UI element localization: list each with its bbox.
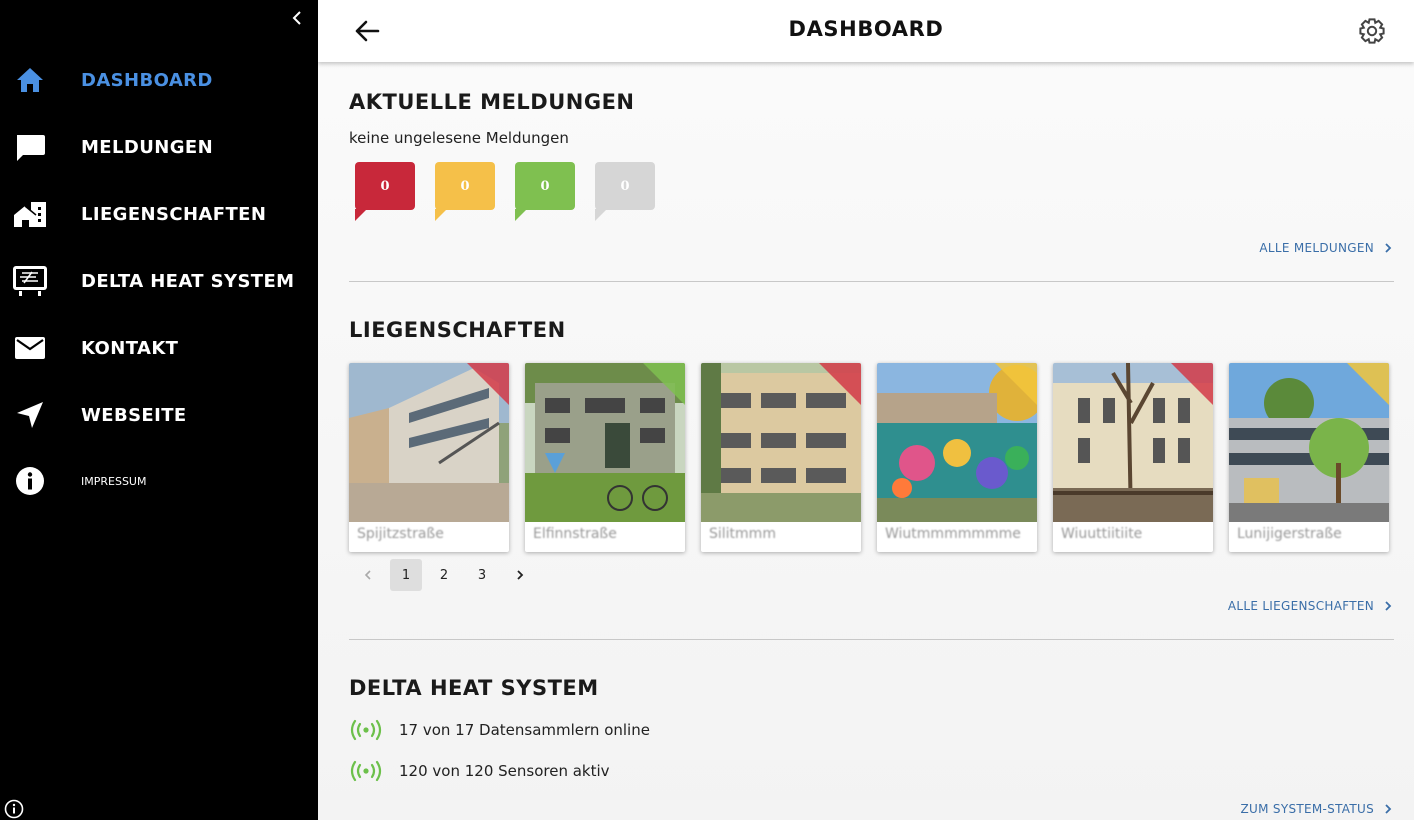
sidebar: DASHBOARD MELDUNGEN LIEGENSCHAFTEN DELTA… [0,0,318,820]
signal-broadcast-icon [349,759,383,783]
message-count-value: 0 [355,162,415,210]
sidebar-item-liegenschaften[interactable]: LIEGENSCHAFTEN [0,192,318,236]
sidebar-item-meldungen[interactable]: MELDUNGEN [0,125,318,169]
stat-text: 120 von 120 Sensoren aktiv [399,762,610,780]
message-count-neutral[interactable]: 0 [595,162,655,221]
bubble-tail [515,209,527,221]
sidebar-item-webseite[interactable]: WEBSEITE [0,393,318,437]
top-bar: DASHBOARD [318,0,1414,62]
sidebar-item-label: WEBSEITE [81,404,187,426]
sidebar-item-label: DASHBOARD [81,69,213,91]
status-corner [995,363,1037,405]
message-count-value: 0 [435,162,495,210]
all-properties-link-label: ALLE LIEGENSCHAFTEN [1227,599,1374,613]
property-card[interactable]: Lunijigerstraße [1229,363,1389,552]
pagination-page-2[interactable]: 2 [428,559,460,591]
bubble-tail [355,209,367,221]
stat-text: 17 von 17 Datensammlern online [399,721,650,739]
sidebar-item-label: IMPRESSUM [81,474,147,488]
sidebar-item-label: MELDUNGEN [81,136,214,158]
section-divider [349,639,1394,640]
gear-icon [1359,18,1385,44]
status-corner [643,363,685,405]
stat-sensors: 120 von 120 Sensoren aktiv [349,759,610,783]
all-messages-link[interactable]: ALLE MELDUNGEN [1259,241,1392,255]
property-name: Elfinnstraße [533,526,617,542]
pagination-page-3[interactable]: 3 [466,559,498,591]
pagination-prev-button[interactable] [352,559,384,591]
sidebar-item-kontakt[interactable]: KONTAKT [0,326,318,370]
status-corner [1347,363,1389,405]
message-count-warning[interactable]: 0 [435,162,495,221]
system-section-title: DELTA HEAT SYSTEM [349,676,599,700]
pagination-next-button[interactable] [504,559,536,591]
sidebar-item-label: DELTA HEAT SYSTEM [81,270,295,292]
messages-status-text: keine ungelesene Meldungen [349,129,569,147]
stat-data-collectors: 17 von 17 Datensammlern online [349,718,650,742]
chat-bubble-icon [12,129,48,165]
info-icon [12,463,48,499]
property-card[interactable]: Wiutmmmmmmme [877,363,1037,552]
property-name: Lunijigerstraße [1237,526,1342,542]
sidebar-item-label: LIEGENSCHAFTEN [81,203,267,225]
main-content: AKTUELLE MELDUNGEN keine ungelesene Meld… [318,62,1414,820]
status-corner [1171,363,1213,405]
chevron-right-icon [517,570,524,580]
message-count-critical[interactable]: 0 [355,162,415,221]
messages-section-title: AKTUELLE MELDUNGEN [349,90,635,114]
sidebar-item-label: KONTAKT [81,337,179,359]
property-name: Spijitzstraße [357,526,444,542]
buildings-icon [12,196,48,232]
mail-icon [12,330,48,366]
page-title: DASHBOARD [788,17,944,41]
pagination-page-1[interactable]: 1 [390,559,422,591]
property-card[interactable]: Silitmmm [701,363,861,552]
chevron-right-icon [1385,804,1392,814]
property-name: Wiutmmmmmmme [885,526,1021,542]
system-status-link-label: ZUM SYSTEM-STATUS [1240,802,1374,816]
chevron-left-icon [364,570,371,580]
signal-broadcast-icon [349,718,383,742]
all-messages-link-label: ALLE MELDUNGEN [1259,241,1374,255]
message-count-ok[interactable]: 0 [515,162,575,221]
monitor-icon [12,263,48,299]
chevron-left-icon [292,11,301,25]
sidebar-item-dashboard[interactable]: DASHBOARD [0,58,318,102]
message-count-value: 0 [595,162,655,210]
system-status-link[interactable]: ZUM SYSTEM-STATUS [1241,802,1392,816]
info-icon [4,799,24,819]
property-card[interactable]: Elfinnstraße [525,363,685,552]
info-button[interactable] [4,799,24,819]
navigation-arrow-icon [12,397,48,433]
section-divider [349,281,1394,282]
message-count-value: 0 [515,162,575,210]
property-name: Wiuuttiitiite [1061,526,1143,542]
sidebar-item-delta-heat-system[interactable]: DELTA HEAT SYSTEM [0,259,318,303]
property-card[interactable]: Spijitzstraße [349,363,509,552]
sidebar-item-impressum[interactable]: IMPRESSUM [0,459,318,503]
properties-section-title: LIEGENSCHAFTEN [349,318,566,342]
property-name: Silitmmm [709,526,776,542]
collapse-sidebar-button[interactable] [288,8,306,28]
home-icon [12,62,48,98]
bubble-tail [595,209,607,221]
chevron-right-icon [1385,601,1392,611]
settings-button[interactable] [1354,13,1390,49]
bubble-tail [435,209,447,221]
status-corner [819,363,861,405]
all-properties-link[interactable]: ALLE LIEGENSCHAFTEN [1228,599,1392,613]
property-card[interactable]: Wiuuttiitiite [1053,363,1213,552]
status-corner [467,363,509,405]
chevron-right-icon [1385,243,1392,253]
